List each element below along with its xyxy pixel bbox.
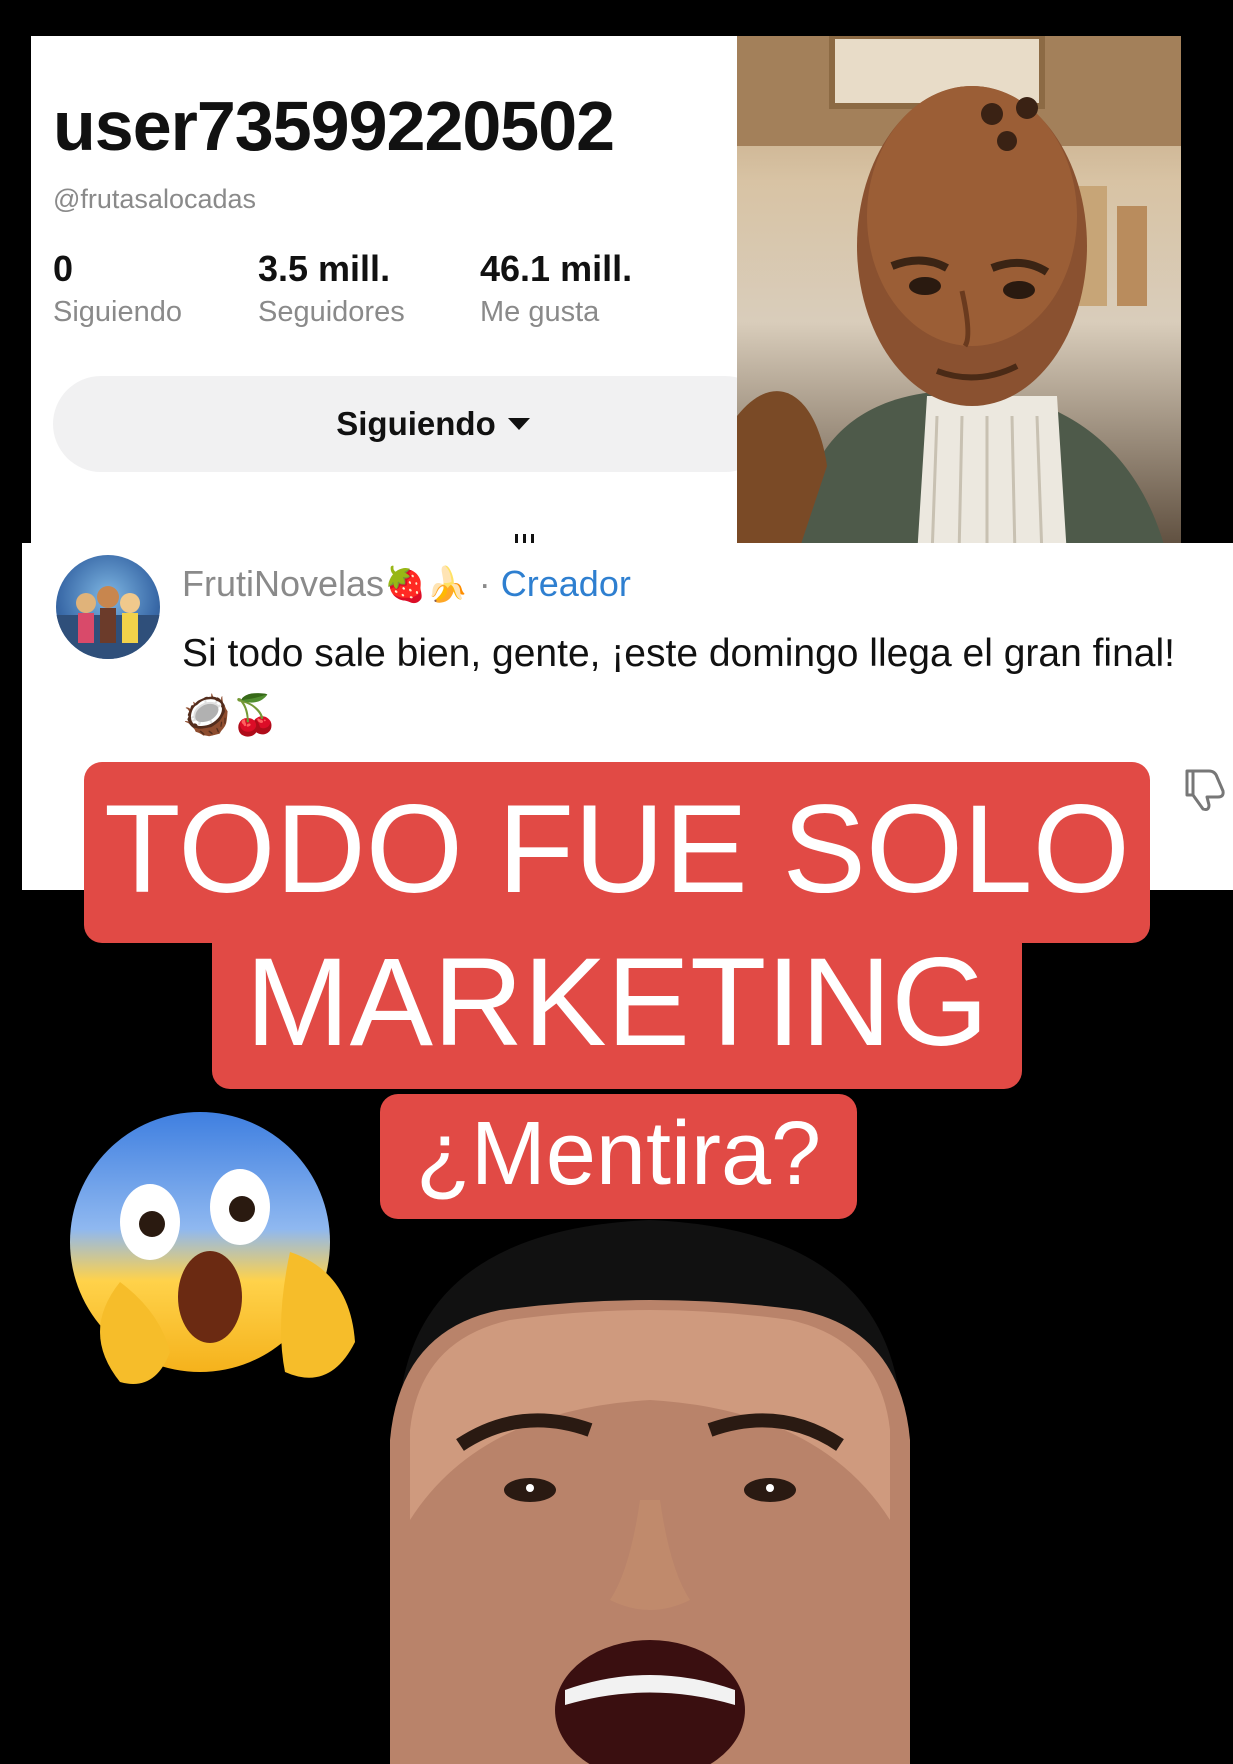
avatar-image <box>56 586 160 659</box>
caret-down-icon <box>507 418 530 430</box>
headline-line1-text: TODO FUE SOLO <box>104 780 1130 919</box>
following-button[interactable]: Siguiendo <box>53 376 773 472</box>
coconut-character-image <box>737 36 1181 556</box>
stat-label: Me gusta <box>480 296 600 328</box>
avatar[interactable] <box>56 555 160 659</box>
stat-likes[interactable]: 46.1 mill. Me gusta <box>480 248 632 329</box>
screaming-face-emoji <box>70 1112 355 1384</box>
profile-card: user73599220502 @frutasalocadas 0 Siguie… <box>31 36 773 556</box>
question-text: ¿Mentira? <box>415 1104 822 1204</box>
coconut-character-illustration <box>737 36 1181 556</box>
person-face-image <box>390 1220 910 1764</box>
stat-value: 3.5 mill. <box>258 248 391 289</box>
comment-author-name[interactable]: FrutiNovelas <box>182 563 384 604</box>
comment-author-line: FrutiNovelas🍓🍌 · Creador <box>182 563 631 605</box>
stat-value: 0 <box>53 248 74 289</box>
headline-line2-text: MARKETING <box>245 933 989 1072</box>
comment-text: Si todo sale bien, gente, ¡este domingo … <box>182 632 1175 737</box>
separator-dot: · <box>478 563 491 604</box>
stat-label: Siguiendo <box>53 296 182 328</box>
author-emojis: 🍓🍌 <box>384 566 469 604</box>
stat-followers[interactable]: 3.5 mill. Seguidores <box>258 248 405 329</box>
profile-handle: @frutasalocadas <box>53 184 257 214</box>
stat-value: 46.1 mill. <box>480 248 633 289</box>
headline-banner-line1: TODO FUE SOLO <box>84 762 1150 943</box>
following-button-label: Siguiendo <box>336 405 496 442</box>
stat-following[interactable]: 0 Siguiendo <box>53 248 182 329</box>
dislike-icon[interactable] <box>1179 765 1227 813</box>
stat-label: Seguidores <box>258 296 405 328</box>
creator-badge: Creador <box>500 563 631 604</box>
profile-username: user73599220502 <box>53 87 615 165</box>
headline-banner-line2: MARKETING <box>212 925 1022 1089</box>
